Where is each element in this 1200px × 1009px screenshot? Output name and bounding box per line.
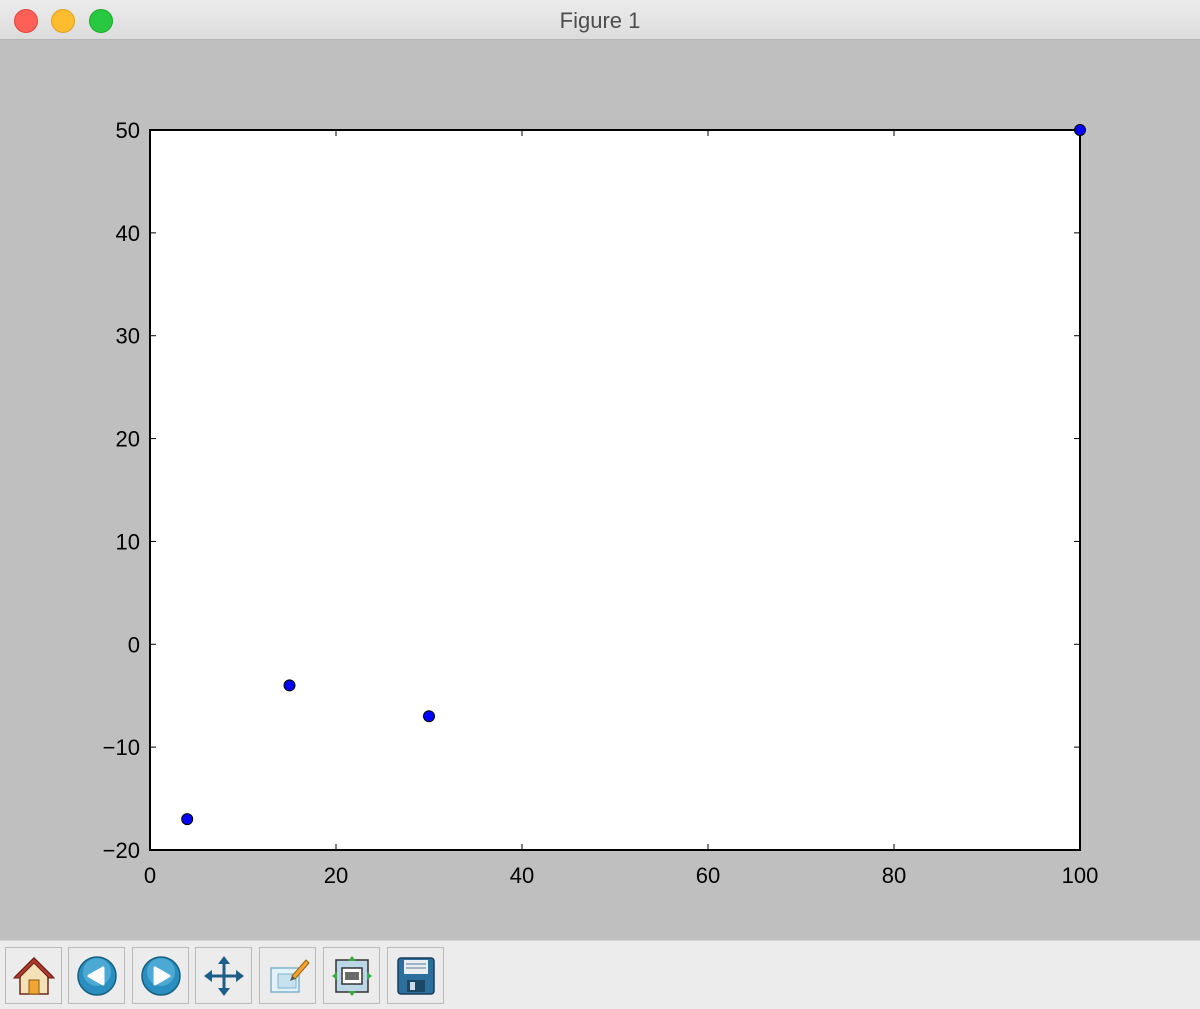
forward-arrow-icon: [139, 954, 183, 998]
x-tick-labels: 0 20 40 60 80 100: [144, 863, 1098, 888]
y-tick-label: 0: [128, 632, 140, 657]
window-title: Figure 1: [559, 8, 641, 33]
home-icon: [12, 954, 56, 998]
y-tick-labels: −20 −10 0 10 20 30 40 50: [103, 118, 140, 863]
save-button[interactable]: [387, 947, 444, 1004]
back-arrow-icon: [75, 954, 119, 998]
x-tick-label: 80: [882, 863, 906, 888]
subplots-icon: [330, 954, 374, 998]
y-tick-label: −20: [103, 838, 140, 863]
y-tick-label: 20: [116, 427, 140, 452]
data-point: [283, 679, 296, 692]
pan-button[interactable]: [195, 947, 252, 1004]
subplots-button[interactable]: [323, 947, 380, 1004]
back-button[interactable]: [68, 947, 125, 1004]
save-icon: [394, 954, 438, 998]
x-tick-label: 100: [1062, 863, 1099, 888]
figure-canvas[interactable]: 0 20 40 60 80 100 −20 −10 0 10 20 30 40 50: [0, 40, 1200, 940]
y-tick-label: 40: [116, 221, 140, 246]
home-button[interactable]: [5, 947, 62, 1004]
matplotlib-window: Figure 1 0 20 40 60 80 100 −20 −10 0 10 20 30 40 50: [0, 0, 1200, 1009]
data-point: [1074, 124, 1086, 136]
forward-button[interactable]: [132, 947, 189, 1004]
y-tick-label: −10: [103, 735, 140, 760]
axes-background: [150, 130, 1080, 850]
zoom-button[interactable]: [259, 947, 316, 1004]
y-tick-label: 10: [116, 529, 140, 554]
y-tick-label: 30: [116, 324, 140, 349]
navigation-toolbar: [0, 940, 1200, 1009]
x-tick-label: 0: [144, 863, 156, 888]
data-point: [181, 813, 194, 826]
title-bar[interactable]: Figure 1: [0, 0, 1200, 40]
x-tick-label: 20: [324, 863, 348, 888]
data-point: [423, 710, 435, 723]
move-icon: [202, 954, 246, 998]
x-tick-label: 40: [510, 863, 534, 888]
y-tick-label: 50: [116, 118, 140, 143]
zoom-rect-icon: [266, 954, 310, 998]
x-tick-label: 60: [696, 863, 720, 888]
